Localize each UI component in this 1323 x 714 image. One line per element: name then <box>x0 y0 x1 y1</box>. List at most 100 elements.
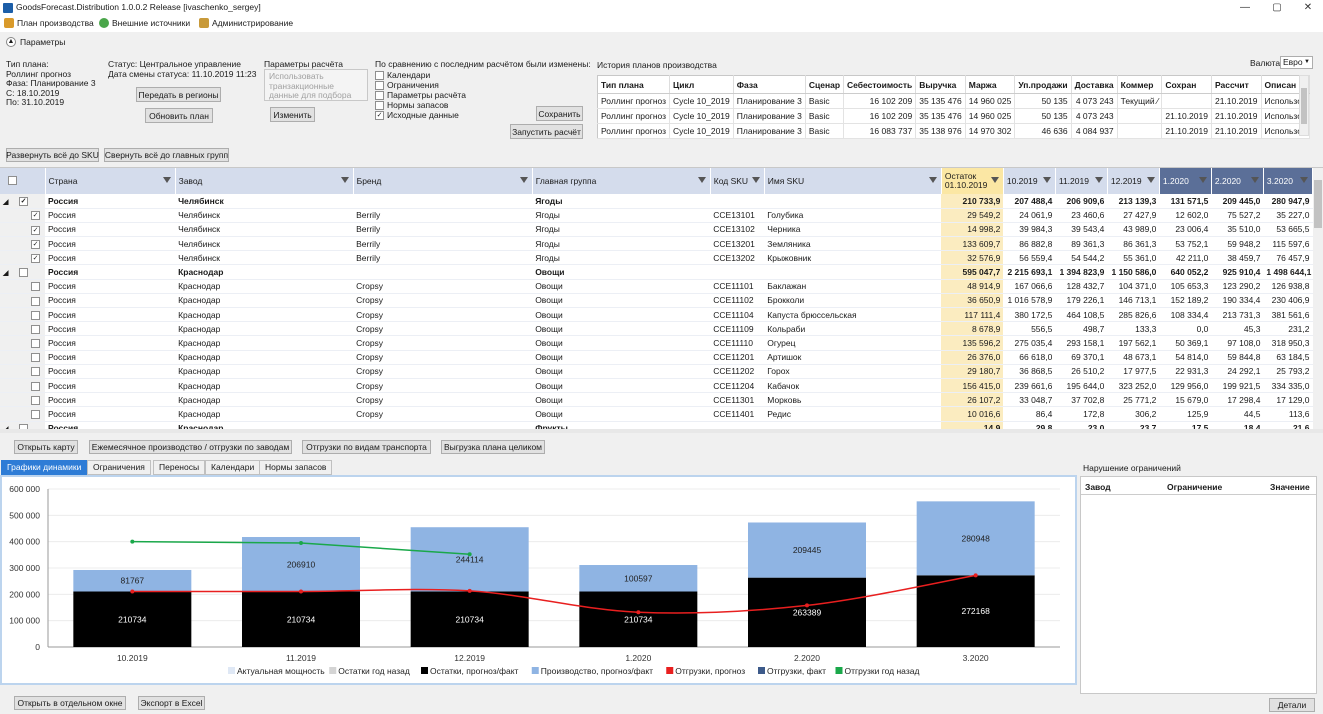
checkbox[interactable] <box>375 100 384 110</box>
row-checkbox[interactable]: ✓ <box>19 196 28 206</box>
history-col-header[interactable]: Цикл <box>669 75 734 94</box>
row-checkbox[interactable] <box>31 367 40 377</box>
table-row[interactable]: ✓ Россия Челябинск Berrily Ягоды CCE13202 Крыж… <box>0 250 1313 266</box>
row-selector[interactable]: ✓ <box>0 236 46 252</box>
row-selector[interactable]: ◢ <box>0 421 46 429</box>
history-col-header[interactable]: Тип плана <box>597 75 671 94</box>
history-row[interactable]: Роллинг прогноз Cycle 10_2019 Планирование… <box>597 123 1311 139</box>
open-in-window-button[interactable]: Открыть в отдельном окне <box>14 696 126 710</box>
run-calc-button[interactable]: Запустить расчёт <box>510 124 583 139</box>
history-row[interactable]: Роллинг прогноз Cycle 10_2019 Планирование… <box>597 108 1311 124</box>
grid-col-header[interactable]: 11.2019 <box>1055 168 1108 194</box>
checkbox[interactable] <box>375 80 384 90</box>
refresh-plan-button[interactable]: Обновить план <box>145 108 213 123</box>
group-row[interactable]: ◢ ✓ Россия Челябинск Ягоды 210 733,9 207 488,4… <box>0 194 1313 209</box>
row-checkbox[interactable] <box>31 353 40 363</box>
scroll-thumb[interactable] <box>1314 180 1322 228</box>
group-row[interactable]: ◢ Россия Краснодар Овощи 595 047,7 2 215 693,… <box>0 264 1313 280</box>
table-row[interactable]: Россия Краснодар Cropsy Овощи CCE11204 Кабачо… <box>0 378 1313 394</box>
table-row[interactable]: ✓ Россия Челябинск Berrily Ягоды CCE13101 Голу… <box>0 208 1313 223</box>
currency-select[interactable]: Евро ▼ <box>1280 56 1313 69</box>
open-map-button[interactable]: Открыть карту <box>14 440 78 454</box>
tab-calendars[interactable]: Календари <box>205 460 261 475</box>
col-header[interactable]: Завод <box>1085 482 1111 492</box>
changed-item[interactable]: Нормы запасов <box>375 100 466 110</box>
history-col-header[interactable]: Себестоимость <box>843 75 917 94</box>
row-checkbox[interactable] <box>31 282 40 292</box>
row-checkbox[interactable] <box>31 339 40 349</box>
row-selector[interactable] <box>0 307 46 323</box>
grid-col-header[interactable]: 12.2019 <box>1107 168 1160 194</box>
monthly-production-button[interactable]: Ежемесячное производство / отгрузки по з… <box>89 440 292 454</box>
grid-col-header[interactable]: Имя SKU <box>764 168 942 194</box>
history-col-header[interactable]: Сценар <box>805 75 845 94</box>
row-selector[interactable] <box>0 378 46 394</box>
row-selector[interactable]: ✓ <box>0 250 46 266</box>
table-row[interactable]: Россия Краснодар Cropsy Овощи CCE11301 Морков… <box>0 392 1313 408</box>
row-checkbox[interactable] <box>31 410 40 420</box>
history-col-header[interactable]: Рассчит <box>1211 75 1262 94</box>
row-selector[interactable]: ◢ <box>0 264 46 280</box>
grid-col-header[interactable]: 3.2020 <box>1263 168 1314 194</box>
select-all-header[interactable] <box>0 168 46 194</box>
grid-col-header[interactable]: 10.2019 <box>1003 168 1056 194</box>
changed-item[interactable]: ✓ Исходные данные <box>375 110 466 120</box>
table-row[interactable]: ✓ Россия Челябинск Berrily Ягоды CCE13102 Черн… <box>0 222 1313 238</box>
maximize-button[interactable]: ▢ <box>1263 0 1291 16</box>
checkbox[interactable] <box>375 70 384 80</box>
expand-icon[interactable]: ◢ <box>3 269 15 277</box>
grid-col-header[interactable]: Бренд <box>353 168 533 194</box>
row-selector[interactable] <box>0 335 46 351</box>
grid-col-header[interactable]: Страна <box>45 168 176 194</box>
table-row[interactable]: Россия Краснодар Cropsy Овощи CCE11110 Огурец… <box>0 335 1313 351</box>
row-selector[interactable]: ◢ ✓ <box>0 194 46 209</box>
row-selector[interactable] <box>0 364 46 379</box>
grid-col-header[interactable]: Главная группа <box>532 168 711 194</box>
row-selector[interactable]: ✓ <box>0 208 46 223</box>
row-checkbox[interactable]: ✓ <box>31 225 40 235</box>
menu-administration[interactable]: Администрирование <box>199 18 293 28</box>
calc-params-textbox[interactable]: Использовать транзакционные данные для п… <box>264 69 368 101</box>
row-selector[interactable] <box>0 406 46 422</box>
export-excel-button[interactable]: Экспорт в Excel <box>138 696 205 710</box>
grid-col-header[interactable]: 2.2020 <box>1211 168 1264 194</box>
change-calc-params-button[interactable]: Изменить <box>270 107 315 122</box>
table-row[interactable]: Россия Краснодар Cropsy Овощи CCE11102 Брокко… <box>0 293 1313 309</box>
details-button[interactable]: Детали <box>1269 698 1315 712</box>
tab-dynamics[interactable]: Графики динамики <box>1 460 88 475</box>
row-checkbox[interactable] <box>31 296 40 306</box>
history-col-header[interactable]: Фаза <box>733 75 806 94</box>
tab-transfers[interactable]: Переносы <box>153 460 206 475</box>
changed-item[interactable]: Параметры расчёта <box>375 90 466 100</box>
group-row[interactable]: ◢РоссияКраснодар Фрукты 14,929,823,023,717… <box>0 421 1313 429</box>
table-row[interactable]: ✓ Россия Челябинск Berrily Ягоды CCE13201 Земл… <box>0 236 1313 252</box>
shipments-by-transport-button[interactable]: Отгрузки по видам транспорта <box>302 440 431 454</box>
send-to-regions-button[interactable]: Передать в регионы <box>136 87 221 102</box>
history-col-header[interactable]: Уп.продажи <box>1014 75 1072 94</box>
row-checkbox[interactable] <box>31 395 40 405</box>
history-scrollbar[interactable] <box>1299 75 1309 136</box>
expand-all-button[interactable]: Развернуть всё до SKU <box>6 148 99 162</box>
grid-col-header[interactable]: Завод <box>175 168 354 194</box>
table-row[interactable]: Россия Краснодар Cropsy Овощи CCE11101 Баклаж… <box>0 279 1313 294</box>
tab-stock-norms[interactable]: Нормы запасов <box>259 460 333 475</box>
history-col-header[interactable]: Доставка <box>1071 75 1118 94</box>
checkbox[interactable] <box>8 175 17 185</box>
row-checkbox[interactable]: ✓ <box>31 253 40 263</box>
history-col-header[interactable]: Коммер <box>1117 75 1163 94</box>
minimize-button[interactable]: — <box>1231 0 1259 16</box>
row-selector[interactable] <box>0 392 46 408</box>
row-selector[interactable] <box>0 293 46 309</box>
params-toggle[interactable]: ▲ Параметры <box>6 37 65 47</box>
history-col-header[interactable]: Маржа <box>965 75 1016 94</box>
menu-production-plan[interactable]: План производства <box>4 18 94 28</box>
grid-col-header[interactable]: Код SKU <box>710 168 765 194</box>
row-checkbox[interactable] <box>31 381 40 391</box>
table-row[interactable]: Россия Краснодар Cropsy Овощи CCE11109 Кольра… <box>0 321 1313 337</box>
row-checkbox[interactable]: ✓ <box>31 239 40 249</box>
row-selector[interactable] <box>0 350 46 365</box>
checkbox[interactable] <box>375 90 384 100</box>
splitter[interactable] <box>0 429 1323 433</box>
collapse-all-button[interactable]: Свернуть всё до главных групп <box>104 148 229 162</box>
save-button[interactable]: Сохранить <box>536 106 583 121</box>
